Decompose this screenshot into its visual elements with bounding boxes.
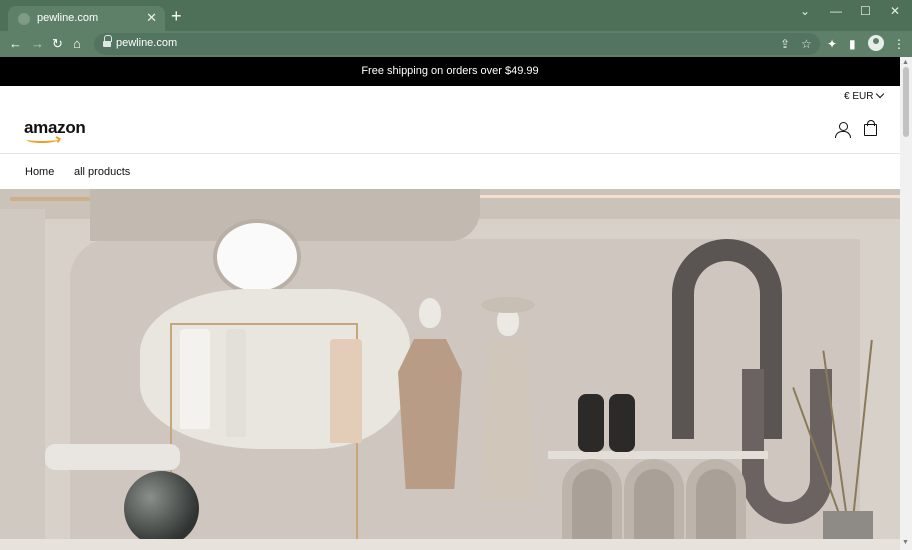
maximize-button[interactable]: ☐ — [860, 3, 871, 19]
browser-toolbar: ← → ↻ ⌂ pewline.com ⇪ ☆ ✦ ▮ ⋮ — [0, 31, 912, 57]
site-logo[interactable]: amazon — [24, 118, 86, 138]
reload-button[interactable]: ↻ — [52, 35, 63, 53]
share-icon[interactable]: ⇪ — [780, 36, 790, 52]
lock-icon[interactable] — [103, 35, 112, 47]
marble-sphere — [124, 471, 199, 546]
scroll-down-icon[interactable]: ▼ — [902, 539, 909, 546]
address-bar[interactable]: pewline.com ⇪ ☆ — [94, 33, 820, 55]
scrollbar-thumb[interactable] — [903, 67, 909, 137]
tab-close-icon[interactable]: ✕ — [146, 10, 157, 26]
tab-strip: pewline.com ✕ + ⌄ — ☐ ✕ — [0, 0, 912, 31]
new-tab-button[interactable]: + — [171, 6, 182, 26]
back-button[interactable]: ← — [9, 35, 22, 53]
home-button[interactable]: ⌂ — [73, 35, 81, 53]
currency-selector[interactable]: € EUR — [844, 89, 885, 102]
ceiling-lamp — [213, 219, 301, 295]
nav-link-all-products[interactable]: all products — [74, 166, 130, 178]
nav-link-home[interactable]: Home — [25, 166, 54, 178]
browser-tab[interactable]: pewline.com ✕ — [8, 6, 165, 31]
minimize-button[interactable]: — — [830, 3, 842, 19]
scroll-up-icon[interactable]: ▲ — [902, 59, 909, 66]
url-text[interactable]: pewline.com — [116, 37, 177, 49]
account-icon[interactable] — [835, 122, 851, 138]
profile-avatar-icon[interactable] — [868, 35, 884, 51]
web-page: Free shipping on orders over $49.99 € EU… — [0, 57, 900, 550]
logo-arrow-icon — [54, 136, 61, 143]
cart-icon[interactable] — [864, 120, 877, 136]
tab-title: pewline.com — [37, 12, 99, 24]
side-panel-icon[interactable]: ▮ — [849, 36, 856, 52]
header-divider — [0, 153, 900, 154]
bookmark-star-icon[interactable]: ☆ — [801, 36, 812, 52]
tab-search-icon[interactable]: ⌄ — [800, 3, 810, 19]
page-scrollbar[interactable]: ▲ ▼ — [900, 57, 912, 550]
announcement-bar: Free shipping on orders over $49.99 — [0, 57, 900, 86]
close-window-button[interactable]: ✕ — [890, 3, 900, 19]
forward-button[interactable]: → — [31, 35, 44, 53]
currency-label: € EUR — [844, 91, 874, 102]
favicon-icon — [18, 13, 30, 25]
chevron-down-icon — [876, 89, 885, 99]
extensions-icon[interactable]: ✦ — [827, 36, 837, 52]
browser-menu-icon[interactable]: ⋮ — [893, 36, 905, 52]
hero-banner-image — [0, 189, 900, 550]
